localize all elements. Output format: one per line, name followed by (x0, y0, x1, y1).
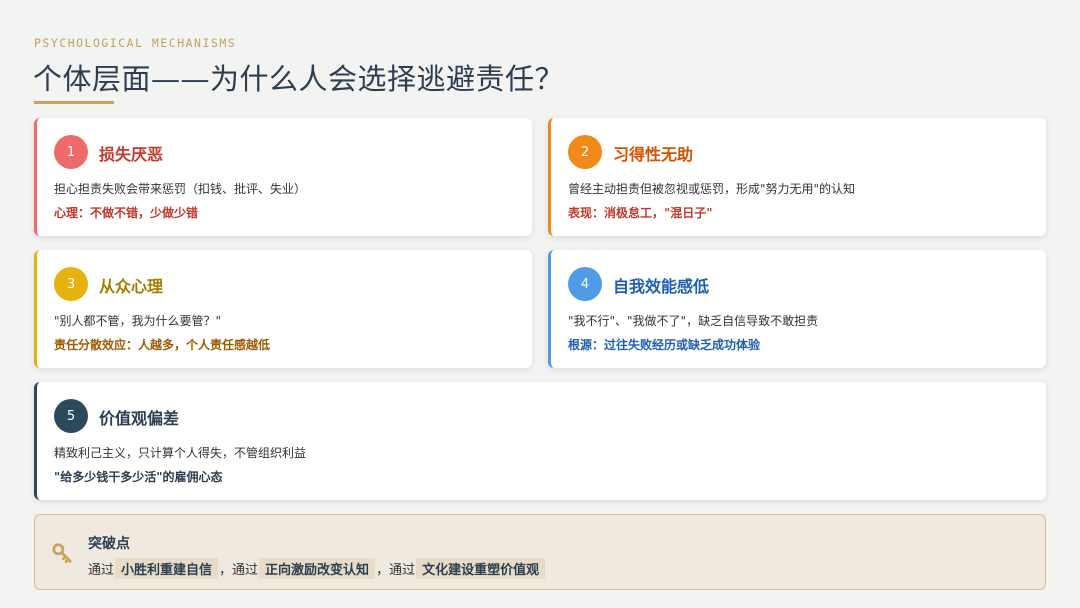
breakthrough-prefix-2: ，通过 (219, 563, 259, 578)
highlight-culture-building: 文化建设重塑价值观 (416, 558, 546, 579)
breakthrough-text: 通过 小胜利重建自信 ，通过 正向激励改变认知 ，通过 文化建设重塑价值观 (88, 558, 546, 579)
number-badge: 5 (54, 399, 88, 433)
breakthrough-prefix-3: ，通过 (376, 563, 416, 578)
card-title: 习得性无助 (613, 145, 694, 164)
eyebrow-label: PSYCHOLOGICAL MECHANISMS (34, 36, 237, 50)
card-title: 价值观偏差 (99, 409, 180, 428)
card-learned-helplessness: 2 习得性无助 曾经主动担责但被忽视或惩罚，形成"努力无用"的认知 表现：消极怠… (548, 118, 1046, 236)
card-note: 表现：消极怠工，"混日子" (568, 206, 713, 220)
card-note: 心理：不做不错，少做少错 (54, 206, 199, 220)
card-description: 担心担责失败会带来惩罚（扣钱、批评、失业） (54, 182, 307, 196)
number-badge: 4 (568, 267, 602, 301)
breakthrough-prefix-1: 通过 (88, 563, 115, 578)
card-description: "别人都不管，我为什么要管？" (54, 314, 222, 328)
card-conformity: 3 从众心理 "别人都不管，我为什么要管？" 责任分散效应：人越多，个人责任感越… (34, 250, 532, 368)
card-title: 损失厌恶 (99, 145, 164, 164)
key-icon (52, 543, 72, 564)
card-title: 自我效能感低 (613, 277, 710, 296)
card-note: 责任分散效应：人越多，个人责任感越低 (54, 338, 271, 352)
highlight-rebuild-confidence: 小胜利重建自信 (115, 558, 219, 579)
card-description: "我不行"、"我做不了"，缺乏自信导致不敢担责 (568, 314, 819, 328)
card-note: "给多少钱干多少活"的雇佣心态 (54, 470, 223, 484)
number-badge: 2 (568, 135, 602, 169)
number-badge: 3 (54, 267, 88, 301)
card-title: 从众心理 (99, 277, 164, 296)
card-low-self-efficacy: 4 自我效能感低 "我不行"、"我做不了"，缺乏自信导致不敢担责 根源：过往失败… (548, 250, 1046, 368)
number-badge: 1 (54, 135, 88, 169)
page-title: 个体层面——为什么人会选择逃避责任？ (33, 62, 565, 96)
card-note: 根源：过往失败经历或缺乏成功体验 (568, 338, 761, 352)
card-description: 曾经主动担责但被忽视或惩罚，形成"努力无用"的认知 (568, 182, 856, 196)
card-loss-aversion: 1 损失厌恶 担心担责失败会带来惩罚（扣钱、批评、失业） 心理：不做不错，少做少… (34, 118, 532, 236)
breakthrough-panel: 突破点 通过 小胜利重建自信 ，通过 正向激励改变认知 ，通过 文化建设重塑价值… (34, 514, 1046, 590)
breakthrough-title: 突破点 (88, 536, 130, 552)
card-value-bias: 5 价值观偏差 精致利己主义，只计算个人得失，不管组织利益 "给多少钱干多少活"… (34, 382, 1046, 500)
highlight-positive-incentive: 正向激励改变认知 (259, 558, 376, 579)
title-underline (34, 101, 114, 104)
card-description: 精致利己主义，只计算个人得失，不管组织利益 (54, 446, 307, 460)
